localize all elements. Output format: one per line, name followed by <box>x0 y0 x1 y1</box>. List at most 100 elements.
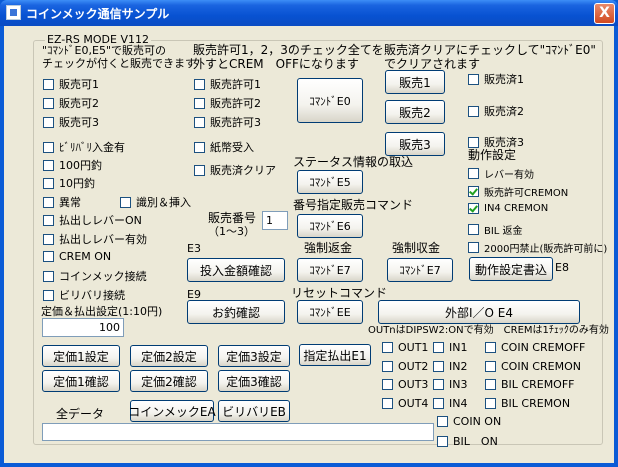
check-out3[interactable]: OUT3 <box>382 378 428 391</box>
price3-check-button[interactable]: 定価3確認 <box>218 370 290 392</box>
check-coin-cremon[interactable]: COIN CREMON <box>485 360 581 373</box>
check-sale-permit-2[interactable]: 販売許可2 <box>194 95 261 111</box>
check-sale-ok-1[interactable]: 販売可1 <box>43 76 99 92</box>
sale-number-input[interactable]: 1 <box>262 211 288 230</box>
deposit-check-button[interactable]: 投入金額確認 <box>187 258 285 282</box>
command-e5-button[interactable]: ｺﾏﾝﾄﾞE5 <box>297 170 363 194</box>
designated-payout-button[interactable]: 指定払出E1 <box>299 344 371 366</box>
sell-1-button[interactable]: 販売1 <box>385 70 445 94</box>
check-bil-on[interactable]: BIL ON <box>437 433 498 449</box>
checkbox-icon <box>43 97 54 109</box>
setting-2000yen-prohibit[interactable]: 2000円禁止(販売許可前に) <box>468 240 607 255</box>
sell-2-button[interactable]: 販売2 <box>385 100 445 124</box>
check-in4[interactable]: IN4 <box>433 397 467 410</box>
checkbox-checked-icon <box>468 203 479 214</box>
e3-tag: E3 <box>187 242 201 255</box>
check-sale-ok-2[interactable]: 販売可2 <box>43 95 99 111</box>
settings-label: 動作設定 <box>468 148 517 162</box>
check-bill-accept[interactable]: 紙幣受入 <box>194 139 254 155</box>
title-bar[interactable]: コインメック通信サンプル X <box>0 0 618 26</box>
sell-3-button[interactable]: 販売3 <box>385 132 445 156</box>
write-settings-button[interactable]: 動作設定書込 <box>469 257 553 281</box>
setting-lever-enabled[interactable]: レバー有効 <box>468 166 534 181</box>
check-sale-permit-1[interactable]: 販売許可1 <box>194 76 261 92</box>
checkbox-icon <box>468 168 479 179</box>
check-sold-1[interactable]: 販売済1 <box>468 71 524 87</box>
checkbox-icon <box>194 116 205 128</box>
designated-sale-label: 番号指定販売コマンド <box>293 198 414 212</box>
check-bil-cremon[interactable]: BIL CREMON <box>485 397 570 410</box>
price-input[interactable]: 100 <box>42 318 124 337</box>
check-coin-cremoff[interactable]: COIN CREMOFF <box>485 341 585 354</box>
price2-check-button[interactable]: 定価2確認 <box>130 370 208 392</box>
checkbox-icon <box>437 435 448 447</box>
check-identify-insert[interactable]: 識別＆挿入 <box>120 194 191 210</box>
checkbox-icon <box>43 251 54 262</box>
check-payout-lever-enabled[interactable]: 払出しレバー有効 <box>43 231 147 247</box>
checkbox-icon <box>194 97 205 109</box>
price1-check-button[interactable]: 定価1確認 <box>42 370 120 392</box>
checkbox-icon <box>194 78 205 90</box>
checkbox-icon <box>437 416 448 427</box>
check-crem-on[interactable]: CREM ON <box>43 250 111 263</box>
setting-in4-cremon[interactable]: IN4 CREMON <box>468 203 548 214</box>
check-sold-clear[interactable]: 販売済クリア <box>194 162 276 178</box>
check-sale-ok-3[interactable]: 販売可3 <box>43 114 99 130</box>
command-e0-button[interactable]: ｺﾏﾝﾄﾞE0 <box>297 78 363 123</box>
billval-eb-button[interactable]: ビリバリEB <box>218 400 290 422</box>
check-coinmech-connect[interactable]: コインメック接続 <box>43 268 147 284</box>
check-payout-lever-on[interactable]: 払出しレバーON <box>43 212 142 228</box>
check-10yen-change[interactable]: 10円釣 <box>43 175 95 191</box>
check-in2[interactable]: IN2 <box>433 360 467 373</box>
check-error[interactable]: 異常 <box>43 194 81 210</box>
command-e7-refund-button[interactable]: ｺﾏﾝﾄﾞE7 <box>297 258 363 282</box>
checkbox-icon <box>194 164 205 176</box>
forced-refund-label: 強制返金 <box>304 241 353 255</box>
command-e7-collect-button[interactable]: ｺﾏﾝﾄﾞE7 <box>387 258 453 282</box>
external-io-button[interactable]: 外部I／O E4 <box>378 300 580 324</box>
price1-set-button[interactable]: 定価1設定 <box>42 345 120 367</box>
checkbox-icon <box>433 398 444 409</box>
check-out1[interactable]: OUT1 <box>382 341 428 354</box>
check-in1[interactable]: IN1 <box>433 341 467 354</box>
check-100yen-change[interactable]: 100円釣 <box>43 157 102 173</box>
command-e6-button[interactable]: ｺﾏﾝﾄﾞE6 <box>297 214 363 238</box>
check-billval-connect[interactable]: ビリバリ接続 <box>43 287 125 303</box>
change-check-button[interactable]: お釣確認 <box>187 300 285 324</box>
check-in3[interactable]: IN3 <box>433 378 467 391</box>
setting-bil-refund[interactable]: BIL 返金 <box>468 222 523 237</box>
check-out4[interactable]: OUT4 <box>382 397 428 410</box>
check-sale-permit-3[interactable]: 販売許可3 <box>194 114 261 130</box>
forced-collect-label: 強制収金 <box>392 241 441 255</box>
check-out2[interactable]: OUT2 <box>382 360 428 373</box>
coinmech-ea-button[interactable]: コインメックEA <box>128 400 216 422</box>
checkbox-icon <box>485 361 496 372</box>
col1-note-line2: チェックが付くと販売できます <box>42 57 196 70</box>
checkbox-icon <box>43 159 54 171</box>
window-title: コインメック通信サンプル <box>26 7 170 21</box>
col3-note-line1: 販売済クリアにチェックして"ｺﾏﾝﾄﾞE0" <box>384 43 596 57</box>
checkbox-icon <box>120 196 131 208</box>
close-button[interactable]: X <box>594 3 615 24</box>
check-sold-2[interactable]: 販売済2 <box>468 103 524 119</box>
all-data-label: 全データ <box>56 407 105 421</box>
setting-permit-cremon[interactable]: 販売許可CREMON <box>468 184 568 199</box>
command-ee-button[interactable]: ｺﾏﾝﾄﾞEE <box>297 300 363 324</box>
check-coin-on[interactable]: COIN ON <box>437 415 501 428</box>
checkbox-icon <box>43 116 54 128</box>
check-bil-cremoff[interactable]: BIL CREMOFF <box>485 378 575 391</box>
check-billval-deposit[interactable]: ﾋﾞﾘﾊﾞﾘ入金有 <box>43 139 125 155</box>
checkbox-icon <box>382 361 393 372</box>
checkbox-icon <box>485 379 496 390</box>
price2-set-button[interactable]: 定価2設定 <box>130 345 208 367</box>
all-data-field[interactable] <box>42 423 434 441</box>
price3-set-button[interactable]: 定価3設定 <box>218 345 290 367</box>
checkbox-icon <box>43 196 54 208</box>
sale-number-range: （1～3） <box>208 225 255 238</box>
checkbox-icon <box>485 342 496 353</box>
checkbox-icon <box>43 141 54 153</box>
app-icon <box>6 5 21 20</box>
col2-note-line2: 外すとCREM OFFになります <box>193 57 359 71</box>
checkbox-icon <box>433 361 444 372</box>
sale-number-label: 販売番号 <box>208 211 257 225</box>
